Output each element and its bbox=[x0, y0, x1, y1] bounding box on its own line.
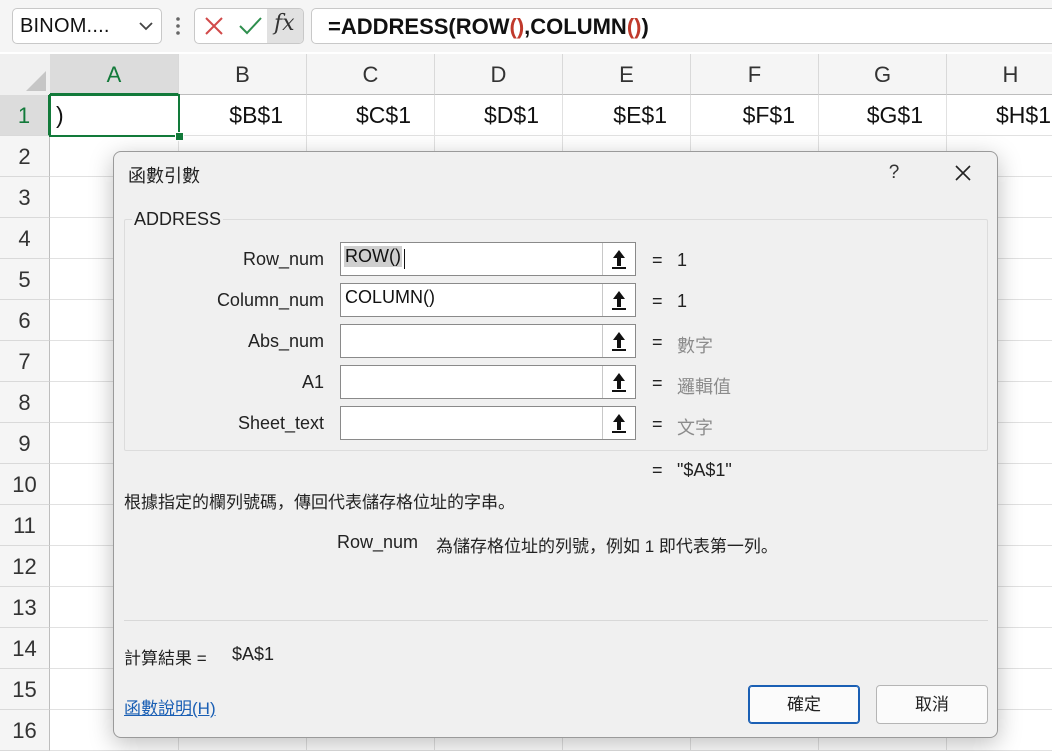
cell-e1[interactable]: $E$1 bbox=[563, 95, 691, 136]
arg-result-sheet-text: 文字 bbox=[677, 418, 713, 438]
arg-input-column-num[interactable]: COLUMN() bbox=[340, 283, 636, 317]
function-description: 根據指定的欄列號碼，傳回代表儲存格位址的字串。 bbox=[124, 493, 515, 512]
formula-result-equals: = bbox=[652, 460, 663, 480]
formula-buttons: fx bbox=[194, 8, 304, 44]
arg-input-sheet-text[interactable] bbox=[340, 406, 636, 440]
cancel-x-icon[interactable] bbox=[197, 9, 231, 43]
insert-function-button[interactable]: fx bbox=[267, 9, 303, 43]
fill-handle[interactable] bbox=[175, 132, 184, 141]
up-arrow-icon bbox=[612, 291, 626, 310]
arg-label-abs-num: Abs_num bbox=[247, 331, 324, 351]
row-header-14[interactable]: 14 bbox=[0, 628, 50, 669]
cell-c1[interactable]: $C$1 bbox=[307, 95, 435, 136]
arg-result-a1: 邏輯值 bbox=[677, 377, 731, 397]
row-header-6[interactable]: 6 bbox=[0, 300, 50, 341]
row-header-11[interactable]: 11 bbox=[0, 505, 50, 546]
arg-result-row-num: 1 bbox=[677, 250, 688, 270]
cell-d1[interactable]: $D$1 bbox=[435, 95, 563, 136]
arg-value-column-num: COLUMN() bbox=[345, 287, 435, 307]
row-header-5[interactable]: 5 bbox=[0, 259, 50, 300]
column-header-g[interactable]: G bbox=[819, 54, 947, 95]
collapse-dialog-button[interactable] bbox=[602, 366, 635, 398]
row-header-1[interactable]: 1 bbox=[0, 95, 50, 136]
arg-value-row-num: ROW() bbox=[344, 246, 402, 267]
arg-equals: = bbox=[652, 373, 663, 393]
calc-result-label: 計算結果 = bbox=[124, 649, 207, 668]
up-arrow-icon bbox=[612, 373, 626, 392]
column-header-e[interactable]: E bbox=[563, 54, 691, 95]
row-header-7[interactable]: 7 bbox=[0, 341, 50, 382]
column-header-d[interactable]: D bbox=[435, 54, 563, 95]
cell-b1[interactable]: $B$1 bbox=[179, 95, 307, 136]
cell-h1[interactable]: $H$1 bbox=[947, 95, 1052, 136]
divider bbox=[124, 620, 988, 621]
arg-label-column-num: Column_num bbox=[216, 290, 324, 310]
column-header-a[interactable]: A bbox=[50, 54, 179, 95]
chevron-down-icon[interactable] bbox=[137, 17, 155, 35]
arg-description-name: Row_num bbox=[337, 532, 419, 552]
name-box-text: BINOM.... bbox=[20, 15, 110, 37]
arg-label-a1: A1 bbox=[301, 372, 324, 392]
row-header-13[interactable]: 13 bbox=[0, 587, 50, 628]
collapse-dialog-button[interactable] bbox=[602, 325, 635, 357]
formula-input[interactable]: =ADDRESS(ROW(),COLUMN()) bbox=[311, 8, 1052, 44]
arg-label-sheet-text: Sheet_text bbox=[237, 413, 324, 433]
arg-input-a1[interactable] bbox=[340, 365, 636, 399]
more-options-icon[interactable] bbox=[171, 14, 185, 38]
function-help-link[interactable]: 函數說明(H) bbox=[124, 694, 216, 719]
arg-equals: = bbox=[652, 291, 663, 311]
help-button[interactable]: ? bbox=[880, 158, 908, 188]
select-all-corner[interactable] bbox=[0, 54, 50, 95]
arg-equals: = bbox=[652, 332, 663, 352]
collapse-dialog-button[interactable] bbox=[602, 284, 635, 316]
arg-description-text: 為儲存格位址的列號，例如 1 即代表第一列。 bbox=[436, 537, 778, 556]
select-all-triangle-icon bbox=[26, 71, 46, 91]
arg-equals: = bbox=[652, 250, 663, 270]
row-header-8[interactable]: 8 bbox=[0, 382, 50, 423]
column-header-h[interactable]: H bbox=[947, 54, 1052, 95]
selected-cell-a1[interactable] bbox=[49, 94, 180, 137]
close-icon[interactable] bbox=[948, 158, 978, 188]
row-header-10[interactable]: 10 bbox=[0, 464, 50, 505]
column-header-b[interactable]: B bbox=[179, 54, 307, 95]
cancel-button[interactable]: 取消 bbox=[876, 685, 988, 724]
dialog-title: 函數引數 bbox=[128, 166, 200, 186]
column-header-f[interactable]: F bbox=[691, 54, 819, 95]
row-header-12[interactable]: 12 bbox=[0, 546, 50, 587]
fx-icon: fx bbox=[274, 11, 295, 36]
enter-check-icon[interactable] bbox=[233, 9, 267, 43]
row-header-15[interactable]: 15 bbox=[0, 669, 50, 710]
row-header-9[interactable]: 9 bbox=[0, 423, 50, 464]
arg-equals: = bbox=[652, 414, 663, 434]
arg-input-abs-num[interactable] bbox=[340, 324, 636, 358]
name-box[interactable]: BINOM.... bbox=[12, 8, 162, 44]
formula-bar: BINOM.... fx =ADDRESS(ROW(),COLUMN()) bbox=[0, 0, 1052, 52]
up-arrow-icon bbox=[612, 250, 626, 269]
cell-f1[interactable]: $F$1 bbox=[691, 95, 819, 136]
row-header-3[interactable]: 3 bbox=[0, 177, 50, 218]
arg-result-abs-num: 數字 bbox=[677, 336, 713, 356]
collapse-dialog-button[interactable] bbox=[602, 407, 635, 439]
formula-text: =ADDRESS(ROW(),COLUMN()) bbox=[328, 14, 649, 39]
row-header-4[interactable]: 4 bbox=[0, 218, 50, 259]
column-header-c[interactable]: C bbox=[307, 54, 435, 95]
arg-label-row-num: Row_num bbox=[242, 249, 324, 269]
row-header-16[interactable]: 16 bbox=[0, 710, 50, 751]
function-arguments-dialog: 函數引數 ? ADDRESS Row_num ROW() = 1 Column_… bbox=[113, 151, 998, 738]
up-arrow-icon bbox=[612, 414, 626, 433]
row-header-2[interactable]: 2 bbox=[0, 136, 50, 177]
collapse-dialog-button[interactable] bbox=[602, 243, 635, 275]
arg-result-column-num: 1 bbox=[677, 291, 688, 311]
cell-g1[interactable]: $G$1 bbox=[819, 95, 947, 136]
function-name: ADDRESS bbox=[132, 209, 224, 230]
arg-input-row-num[interactable]: ROW() bbox=[340, 242, 636, 276]
text-caret bbox=[404, 249, 405, 269]
ok-button[interactable]: 確定 bbox=[748, 685, 860, 724]
up-arrow-icon bbox=[612, 332, 626, 351]
formula-result: "$A$1" bbox=[677, 460, 732, 480]
calc-result-value: $A$1 bbox=[232, 644, 275, 664]
